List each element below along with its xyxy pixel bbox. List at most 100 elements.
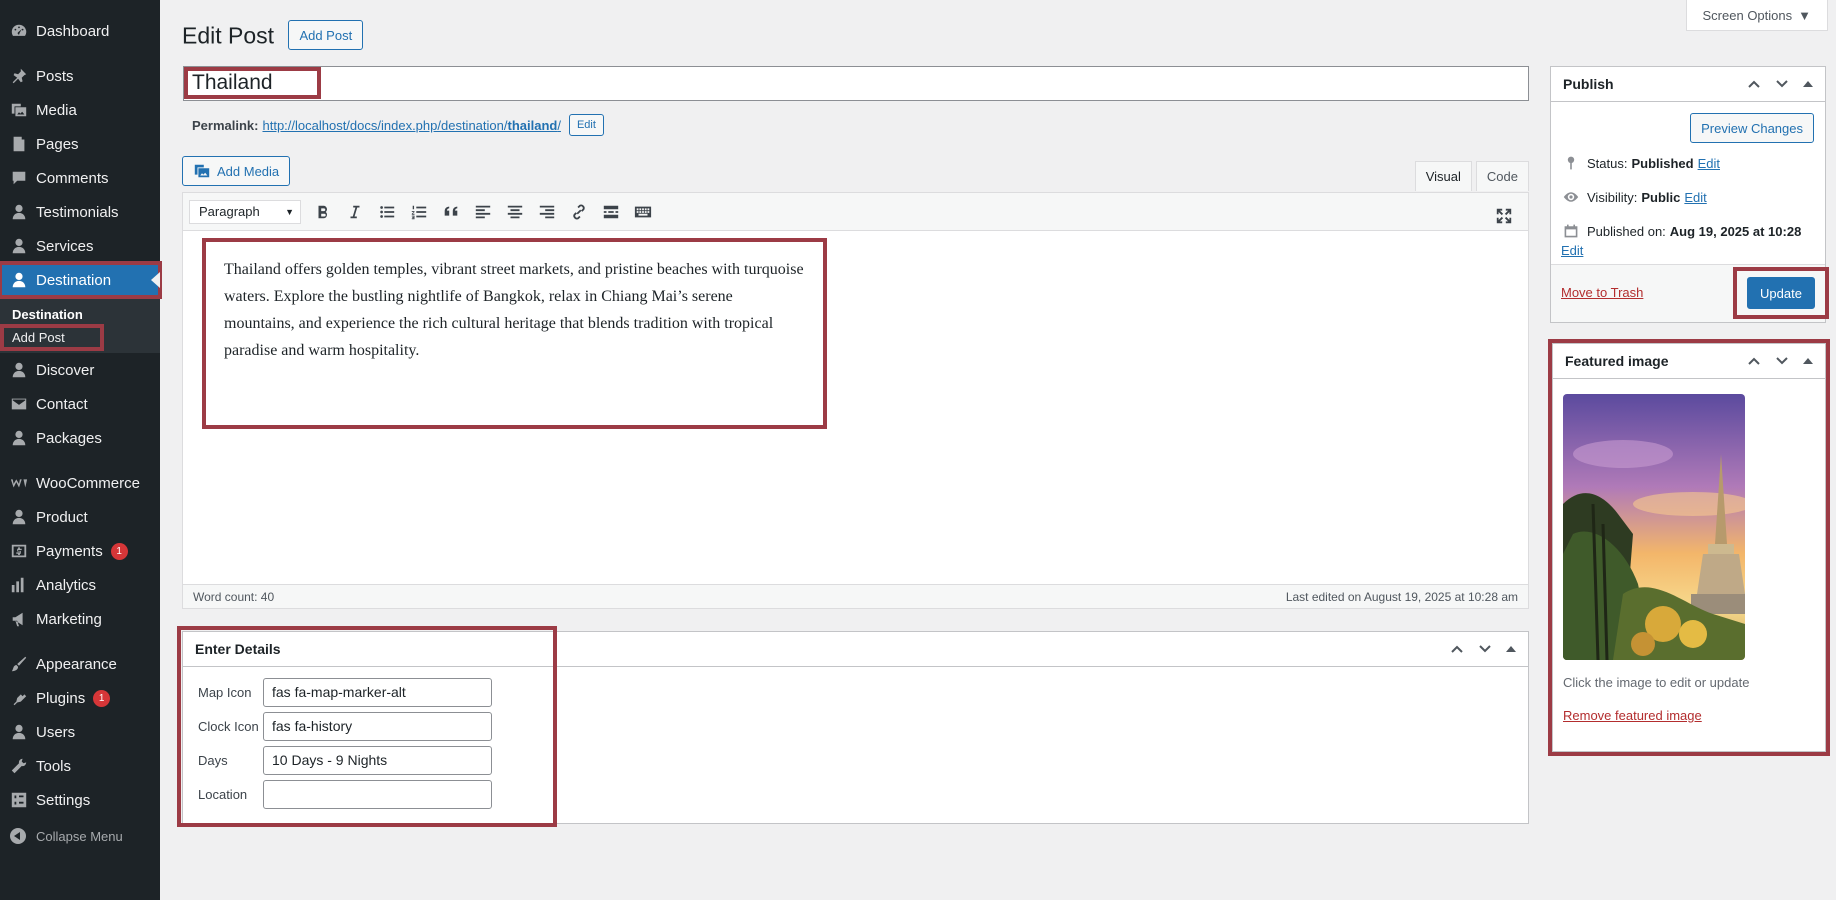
toggle-panel-icon[interactable] xyxy=(1506,646,1516,652)
published-row: Published on: Aug 19, 2025 at 10:28 xyxy=(1563,223,1801,239)
status-edit-link[interactable]: Edit xyxy=(1698,156,1720,171)
italic-icon[interactable] xyxy=(341,198,369,226)
permalink-end: / xyxy=(557,117,561,133)
sidebar-item-marketing[interactable]: Marketing xyxy=(0,602,160,636)
destination-submenu: Destination Add Post xyxy=(0,297,160,353)
sidebar-item-label: Media xyxy=(36,101,77,119)
sidebar-item-media[interactable]: Media xyxy=(0,93,160,127)
permalink-link[interactable]: http://localhost/docs/index.php/destinat… xyxy=(262,118,560,133)
sidebar-item-product[interactable]: Product xyxy=(0,500,160,534)
sidebar-item-discover[interactable]: Discover xyxy=(0,353,160,387)
sidebar-item-label: Product xyxy=(36,508,88,526)
move-up-icon[interactable] xyxy=(1747,354,1761,368)
published-edit-link[interactable]: Edit xyxy=(1561,243,1583,258)
payments-badge: 1 xyxy=(110,542,128,560)
sidebar-item-appearance[interactable]: Appearance xyxy=(0,647,160,681)
sidebar-item-testimonials[interactable]: Testimonials xyxy=(0,195,160,229)
preview-changes-button[interactable]: Preview Changes xyxy=(1690,113,1814,143)
sidebar-item-pages[interactable]: Pages xyxy=(0,127,160,161)
toggle-panel-icon[interactable] xyxy=(1803,358,1813,364)
add-post-button[interactable]: Add Post xyxy=(288,20,364,50)
add-media-button[interactable]: Add Media xyxy=(182,156,291,186)
sidebar-item-label: Appearance xyxy=(36,655,117,673)
move-down-icon[interactable] xyxy=(1478,642,1492,656)
sidebar-item-analytics[interactable]: Analytics xyxy=(0,568,160,602)
format-select[interactable]: Paragraph ▼ xyxy=(189,199,301,224)
collapse-icon xyxy=(10,828,26,844)
published-value: Aug 19, 2025 at 10:28 xyxy=(1669,223,1802,239)
link-icon[interactable] xyxy=(565,198,593,226)
move-up-icon[interactable] xyxy=(1450,642,1464,656)
sidebar-item-packages[interactable]: Packages xyxy=(0,421,160,455)
visibility-edit-link[interactable]: Edit xyxy=(1684,190,1706,205)
screen-options-button[interactable]: Screen Options ▼ xyxy=(1685,0,1828,31)
sidebar-item-services[interactable]: Services xyxy=(0,229,160,263)
page-title-text: Edit Post xyxy=(182,22,275,49)
fullscreen-icon[interactable] xyxy=(1490,202,1518,230)
sidebar-item-label: Marketing xyxy=(36,610,102,628)
sidebar-item-payments[interactable]: Payments 1 xyxy=(0,534,160,568)
sidebar-item-comments[interactable]: Comments xyxy=(0,161,160,195)
map-icon-input[interactable] xyxy=(263,677,492,707)
sidebar-item-users[interactable]: Users xyxy=(0,715,160,749)
featured-controls xyxy=(1747,354,1813,368)
featured-caption: Click the image to edit or update xyxy=(1563,675,1750,690)
user-icon xyxy=(10,361,28,379)
megaphone-icon xyxy=(10,610,28,628)
sidebar-item-label: Users xyxy=(36,723,76,741)
move-up-icon[interactable] xyxy=(1747,77,1761,91)
align-left-icon[interactable] xyxy=(469,198,497,226)
keyboard-icon[interactable] xyxy=(629,198,657,226)
days-input[interactable] xyxy=(263,745,492,775)
toggle-panel-icon[interactable] xyxy=(1803,81,1813,87)
move-down-icon[interactable] xyxy=(1775,77,1789,91)
sidebar-item-woocommerce[interactable]: WooCommerce xyxy=(0,466,160,500)
location-input[interactable] xyxy=(263,779,492,809)
read-more-icon[interactable] xyxy=(597,198,625,226)
sidebar-item-settings[interactable]: Settings xyxy=(0,783,160,817)
field-location: Location xyxy=(183,777,1528,811)
align-center-icon[interactable] xyxy=(501,198,529,226)
post-title-text: Thailand xyxy=(184,67,321,99)
update-button[interactable]: Update xyxy=(1747,277,1815,309)
sidebar-item-destination[interactable]: Destination xyxy=(0,261,162,299)
sidebar-item-label: Settings xyxy=(36,791,91,809)
move-down-icon[interactable] xyxy=(1775,354,1789,368)
permalink-edit-button[interactable]: Edit xyxy=(568,114,604,136)
metabox-header: Enter Details xyxy=(183,632,1528,667)
sidebar-item-plugins[interactable]: Plugins 1 xyxy=(0,681,160,715)
post-title-input[interactable]: Thailand xyxy=(183,66,1529,101)
sidebar-item-label: WooCommerce xyxy=(36,474,140,492)
paintbrush-icon xyxy=(10,655,28,673)
sidebar-item-label: Packages xyxy=(36,429,102,447)
featured-image[interactable] xyxy=(1563,394,1745,660)
collapse-menu-button[interactable]: Collapse Menu xyxy=(0,819,160,853)
sidebar-item-tools[interactable]: Tools xyxy=(0,749,160,783)
publish-box: Publish Preview Changes Status: Publishe… xyxy=(1550,66,1829,323)
align-right-icon[interactable] xyxy=(533,198,561,226)
move-to-trash-link[interactable]: Move to Trash xyxy=(1561,285,1643,300)
bullet-list-icon[interactable] xyxy=(373,198,401,226)
tab-code[interactable]: Code xyxy=(1475,161,1529,191)
sidebar-item-label: Payments xyxy=(36,542,103,560)
sidebar-item-contact[interactable]: Contact xyxy=(0,387,160,421)
editor-content[interactable]: Thailand offers golden temples, vibrant … xyxy=(202,238,827,429)
bold-icon[interactable] xyxy=(309,198,337,226)
featured-image-box: Featured image Click the image to edit o… xyxy=(1548,339,1830,756)
blockquote-icon[interactable] xyxy=(437,198,465,226)
field-label: Location xyxy=(198,786,248,802)
sidebar-item-posts[interactable]: Posts xyxy=(0,59,160,93)
tab-visual[interactable]: Visual xyxy=(1414,161,1472,191)
last-edited: Last edited on August 19, 2025 at 10:28 … xyxy=(1285,589,1518,604)
collapse-label: Collapse Menu xyxy=(36,828,123,844)
submenu-item-add-post[interactable]: Add Post xyxy=(0,324,104,351)
remove-featured-image-link[interactable]: Remove featured image xyxy=(1563,708,1702,723)
editor-toolbar: Paragraph ▼ xyxy=(183,193,1528,231)
field-days: Days xyxy=(183,743,1528,777)
pin-icon xyxy=(10,67,28,85)
settings-icon xyxy=(10,791,28,809)
numbered-list-icon[interactable] xyxy=(405,198,433,226)
screen-options-label: Screen Options xyxy=(1702,7,1793,23)
sidebar-item-dashboard[interactable]: Dashboard xyxy=(0,14,160,48)
clock-icon-input[interactable] xyxy=(263,711,492,741)
